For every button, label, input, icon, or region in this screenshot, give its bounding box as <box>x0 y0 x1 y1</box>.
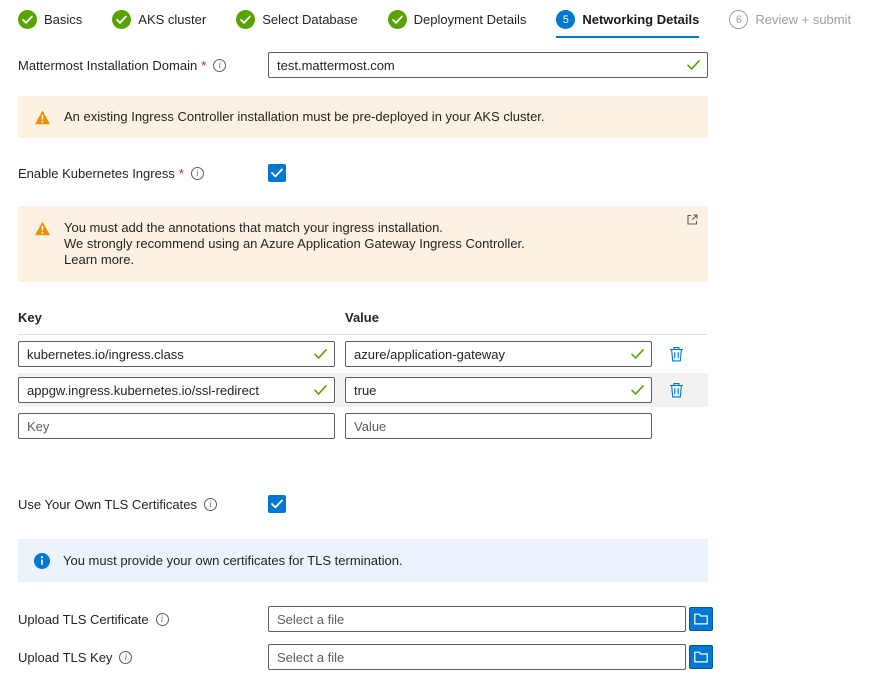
own-tls-label-text: Use Your Own TLS Certificates <box>18 497 197 512</box>
valid-check-icon <box>314 349 327 360</box>
browse-file-button[interactable] <box>689 645 713 669</box>
valid-check-icon <box>314 385 327 396</box>
annotation-value-input[interactable] <box>345 377 652 403</box>
info-icon[interactable]: i <box>119 651 132 664</box>
tls-certificate-file-input[interactable] <box>268 606 686 632</box>
tab-label-select-database: Select Database <box>262 12 357 27</box>
annotation-row-new <box>18 409 708 443</box>
upload-key-label: Upload TLS Key i <box>18 650 268 665</box>
tls-info-banner: You must provide your own certificates f… <box>18 539 708 582</box>
tab-aks-cluster[interactable]: AKS cluster <box>112 10 206 38</box>
tab-label-networking-details: Networking Details <box>582 12 699 27</box>
tab-label-aks-cluster: AKS cluster <box>138 12 206 27</box>
wizard-steps: Basics AKS cluster Select Database Deplo… <box>0 0 894 38</box>
step-complete-icon <box>388 10 407 29</box>
enable-ingress-checkbox[interactable] <box>268 164 286 182</box>
enable-ingress-label: Enable Kubernetes Ingress * i <box>18 166 268 181</box>
annotation-key-input[interactable] <box>18 341 335 367</box>
tab-label-deployment-details: Deployment Details <box>414 12 527 27</box>
browse-file-button[interactable] <box>689 607 713 631</box>
warning-icon <box>34 221 51 236</box>
valid-check-icon <box>687 60 700 71</box>
info-icon[interactable]: i <box>213 59 226 72</box>
domain-input[interactable] <box>268 52 708 78</box>
tls-info-text: You must provide your own certificates f… <box>63 553 403 569</box>
annotations-warning-line2: We strongly recommend using an Azure App… <box>64 236 525 252</box>
step-complete-icon <box>18 10 37 29</box>
annotation-key-input-empty[interactable] <box>18 413 335 439</box>
tab-basics[interactable]: Basics <box>18 10 82 38</box>
learn-more-link[interactable]: Learn more. <box>64 252 525 268</box>
open-in-new-window-icon[interactable] <box>687 214 698 225</box>
valid-check-icon <box>631 349 644 360</box>
key-column-header: Key <box>18 310 345 325</box>
delete-row-button[interactable] <box>664 378 688 402</box>
step-number-icon: 6 <box>729 10 748 29</box>
tab-select-database[interactable]: Select Database <box>236 10 357 38</box>
upload-key-label-text: Upload TLS Key <box>18 650 112 665</box>
valid-check-icon <box>631 385 644 396</box>
ingress-warning-text: An existing Ingress Controller installat… <box>64 109 545 125</box>
ingress-warning-banner: An existing Ingress Controller installat… <box>18 96 708 138</box>
annotations-table: Key Value <box>18 310 708 443</box>
delete-row-button[interactable] <box>664 342 688 366</box>
own-tls-checkbox[interactable] <box>268 495 286 513</box>
upload-key-row: Upload TLS Key i <box>18 644 894 670</box>
info-icon[interactable]: i <box>191 167 204 180</box>
annotations-table-header: Key Value <box>18 310 708 335</box>
domain-field-label: Mattermost Installation Domain * i <box>18 58 268 73</box>
upload-cert-row: Upload TLS Certificate i <box>18 606 894 632</box>
value-column-header: Value <box>345 310 379 325</box>
required-marker: * <box>179 166 184 181</box>
annotations-warning-line1: You must add the annotations that match … <box>64 220 525 236</box>
info-icon[interactable]: i <box>204 498 217 511</box>
tab-review-submit[interactable]: 6 Review + submit <box>729 10 851 38</box>
upload-cert-label: Upload TLS Certificate i <box>18 612 268 627</box>
warning-icon <box>34 110 51 125</box>
step-complete-icon <box>236 10 255 29</box>
info-icon[interactable]: i <box>156 613 169 626</box>
enable-ingress-label-text: Enable Kubernetes Ingress <box>18 166 175 181</box>
tab-networking-details[interactable]: 5 Networking Details <box>556 10 699 38</box>
annotation-row-2 <box>18 373 708 407</box>
annotation-key-input[interactable] <box>18 377 335 403</box>
step-number-icon: 5 <box>556 10 575 29</box>
tab-deployment-details[interactable]: Deployment Details <box>388 10 527 38</box>
annotation-value-input-empty[interactable] <box>345 413 652 439</box>
annotations-warning-banner: You must add the annotations that match … <box>18 206 708 282</box>
domain-field-row: Mattermost Installation Domain * i <box>18 52 894 78</box>
domain-label-text: Mattermost Installation Domain <box>18 58 197 73</box>
required-marker: * <box>201 58 206 73</box>
upload-cert-label-text: Upload TLS Certificate <box>18 612 149 627</box>
own-tls-row: Use Your Own TLS Certificates i <box>18 495 894 513</box>
tab-label-review-submit: Review + submit <box>755 12 851 27</box>
annotation-value-input[interactable] <box>345 341 652 367</box>
tab-label-basics: Basics <box>44 12 82 27</box>
info-circle-icon <box>34 553 50 569</box>
enable-ingress-row: Enable Kubernetes Ingress * i <box>18 164 894 182</box>
step-complete-icon <box>112 10 131 29</box>
tls-key-file-input[interactable] <box>268 644 686 670</box>
annotation-row-1 <box>18 337 708 371</box>
own-tls-label: Use Your Own TLS Certificates i <box>18 497 268 512</box>
